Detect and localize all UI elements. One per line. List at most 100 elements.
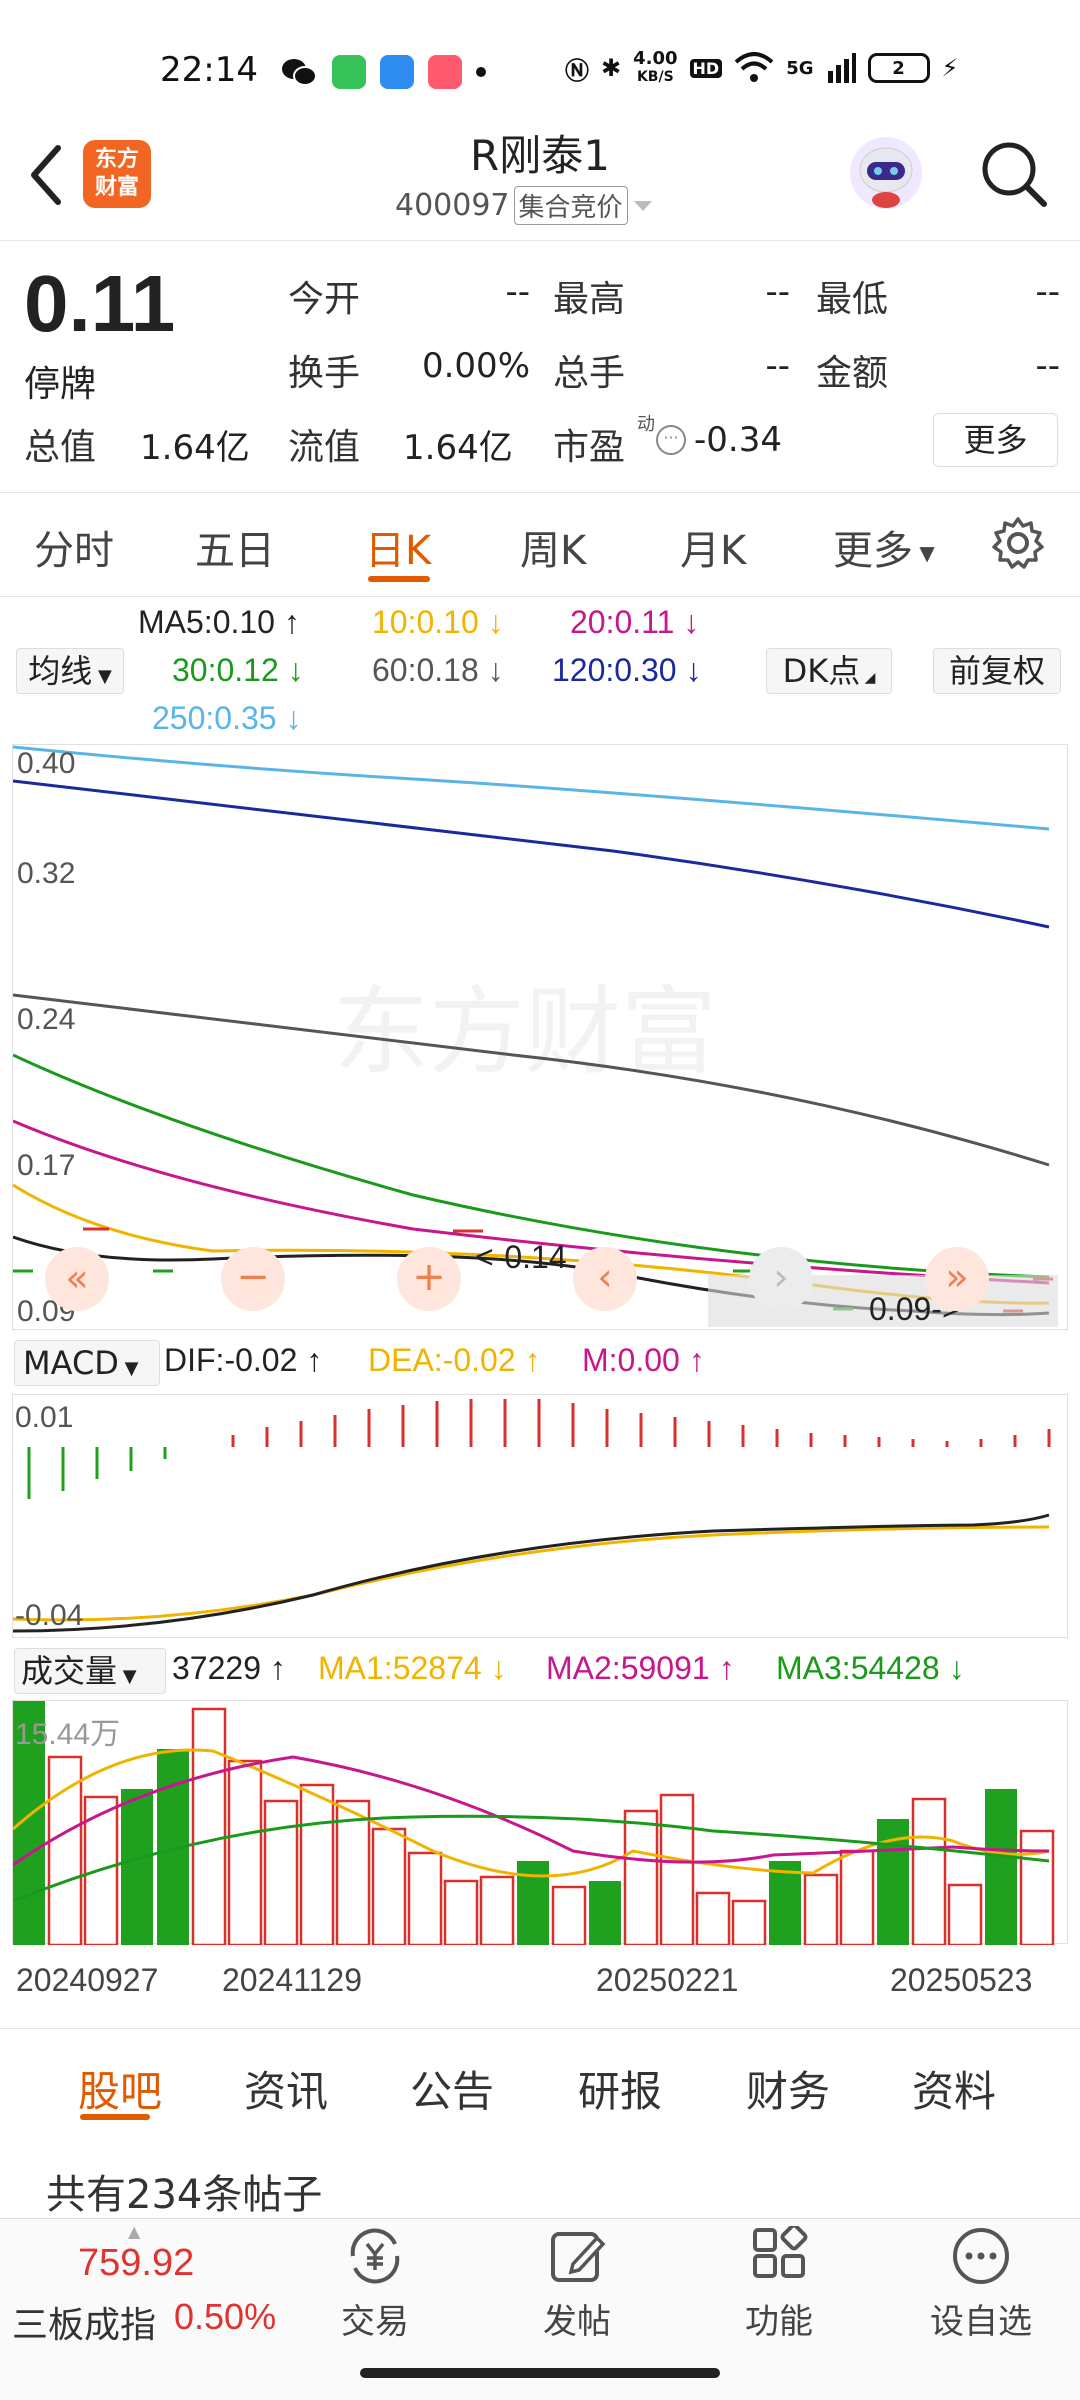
macd-m-text: M:0.00 xyxy=(582,1342,680,1378)
scroll-right-button[interactable]: › xyxy=(749,1247,813,1311)
stock-subtitle[interactable]: 400097 集合竞价 xyxy=(395,186,654,225)
volume-y-top: 15.44万 xyxy=(15,1718,121,1751)
macd-bars xyxy=(27,1399,1051,1499)
ma5-text: MA5:0.10 xyxy=(138,604,275,640)
macd-y-top: 0.01 xyxy=(15,1401,74,1434)
nav-add-watchlist[interactable]: 设自选 xyxy=(916,2226,1046,2343)
tab-daily-k[interactable]: 日K xyxy=(365,518,431,576)
macd-chart[interactable]: 0.01 -0.04 xyxy=(12,1394,1068,1638)
tab-intraday[interactable]: 分时 xyxy=(34,518,114,576)
kline-chart[interactable]: 东方财富 0.40 0.32 0.24 0.17 0.09 <-0.14 0.0… xyxy=(12,744,1068,1330)
ma-select[interactable]: 均线 ▼ xyxy=(16,648,124,694)
tab-news[interactable]: 资讯 xyxy=(244,2058,328,2119)
volume-ma2: MA2:59091 ↑ xyxy=(546,1650,735,1686)
date-label-3: 20250523 xyxy=(890,1962,1033,1998)
nav-trade[interactable]: 交易 xyxy=(310,2226,440,2343)
tab-financials[interactable]: 财务 xyxy=(746,2058,830,2119)
zoom-out-button[interactable]: − xyxy=(221,1247,285,1311)
volume-ma3-text: MA3:54428 xyxy=(776,1650,940,1686)
tab-monthly-k[interactable]: 月K xyxy=(680,518,746,576)
status-time: 22:14 xyxy=(160,50,258,90)
ai-assistant-button[interactable] xyxy=(845,132,927,214)
volume-ma1: MA1:52874 ↓ xyxy=(318,1650,507,1686)
post-count: 共有234条帖子 xyxy=(46,2172,323,2218)
trading-status: 停牌 xyxy=(24,364,97,405)
volume-value: -- xyxy=(765,346,790,386)
nav-functions[interactable]: 功能 xyxy=(714,2226,844,2343)
volume-bars xyxy=(13,1701,1055,1945)
ma5-value: MA5:0.10 ↑ xyxy=(138,604,300,640)
tab-forum[interactable]: 股吧 xyxy=(78,2058,162,2119)
volume-chart[interactable]: 15.44万 xyxy=(12,1700,1068,1945)
scroll-left-fast-button[interactable]: « xyxy=(45,1247,109,1311)
scroll-left-button[interactable]: ‹ xyxy=(573,1247,637,1311)
tab-research[interactable]: 研报 xyxy=(578,2058,662,2119)
status-app-icons xyxy=(280,52,486,92)
cloud-app-icon xyxy=(380,55,414,89)
search-button[interactable] xyxy=(978,138,1050,210)
zoom-in-button[interactable]: + xyxy=(397,1247,461,1311)
y-label-3: 0.17 xyxy=(17,1149,76,1182)
search-icon xyxy=(982,142,1047,207)
shopping-app-icon xyxy=(428,55,462,89)
status-right: Ⓝ ✱ 4.00 KB/S HD 5G 2 ⚡ xyxy=(565,50,958,86)
edit-icon xyxy=(551,2232,606,2282)
ma250-line xyxy=(13,745,1050,831)
adjust-button[interactable]: 前复权 xyxy=(933,648,1061,694)
macd-y-bottom: -0.04 xyxy=(15,1599,84,1632)
double-chevron-left-icon: « xyxy=(65,1256,89,1300)
tab-more[interactable]: 更多 ▼ xyxy=(833,518,935,576)
date-label-0: 20240927 xyxy=(16,1962,159,1998)
amount-label: 金额 xyxy=(816,353,889,394)
total-cap-value: 1.64亿 xyxy=(140,428,250,468)
last-price: 0.11 xyxy=(24,259,176,348)
volume-ma1-text: MA1:52874 xyxy=(318,1650,482,1686)
caret-up-icon: ▲ xyxy=(128,2222,141,2241)
scroll-right-fast-button[interactable]: » xyxy=(925,1247,989,1311)
triangle-down-icon: ▼ xyxy=(913,541,935,565)
index-change[interactable]: 0.50% xyxy=(174,2296,276,2338)
tab-profile[interactable]: 资料 xyxy=(912,2058,996,2119)
high-value: -- xyxy=(765,272,790,312)
stock-code: 400097 xyxy=(395,188,510,223)
trade-yen-icon xyxy=(350,2228,400,2284)
active-tab-indicator xyxy=(368,576,430,582)
messages-app-icon xyxy=(332,55,366,89)
wechat-icon xyxy=(282,59,317,86)
signal-bars-icon xyxy=(827,53,856,83)
ma-select-label: 均线 xyxy=(28,652,93,690)
home-indicator[interactable] xyxy=(360,2368,720,2378)
auction-tag: 集合竞价 xyxy=(513,186,628,225)
nav-functions-label: 功能 xyxy=(745,2302,813,2342)
charging-icon: ⚡ xyxy=(941,54,959,82)
pe-label: 市盈 xyxy=(553,427,626,468)
pe-value: -0.34 xyxy=(694,420,782,460)
chevron-right-icon: › xyxy=(773,1255,789,1299)
volume-value: 37229 ↑ xyxy=(172,1650,286,1686)
tab-more-label: 更多 xyxy=(833,528,913,574)
tab-announcements[interactable]: 公告 xyxy=(410,2058,494,2119)
volume-select[interactable]: 成交量 ▼ xyxy=(14,1648,166,1694)
ma30-text: 30:0.12 xyxy=(172,652,279,688)
tab-divider xyxy=(0,596,1080,597)
chart-settings-button[interactable] xyxy=(990,515,1046,571)
info-icon[interactable]: ··· xyxy=(656,425,686,455)
high-label: 最高 xyxy=(553,279,626,320)
dk-point-button[interactable]: DK点 ◢ xyxy=(766,648,892,694)
nav-post[interactable]: 发帖 xyxy=(512,2226,642,2343)
bottom-tab-indicator xyxy=(80,2114,150,2120)
more-quote-button[interactable]: 更多 xyxy=(933,413,1058,467)
ma20-value: 20:0.11 ↓ xyxy=(570,604,700,640)
tab-weekly-k[interactable]: 周K xyxy=(520,518,586,576)
index-name[interactable]: 三板成指 xyxy=(12,2296,156,2348)
macd-select[interactable]: MACD ▼ xyxy=(14,1340,160,1386)
gear-icon xyxy=(992,517,1044,569)
nfc-icon: Ⓝ xyxy=(565,56,589,85)
index-value[interactable]: 759.92 xyxy=(78,2242,194,2285)
bluetooth-icon: ✱ xyxy=(601,54,622,82)
minus-icon: − xyxy=(236,1254,270,1300)
float-cap-label: 流值 xyxy=(288,427,361,468)
nav-post-label: 发帖 xyxy=(543,2302,611,2342)
ma60-value: 60:0.18 ↓ xyxy=(372,652,504,688)
tab-five-day[interactable]: 五日 xyxy=(195,518,275,576)
